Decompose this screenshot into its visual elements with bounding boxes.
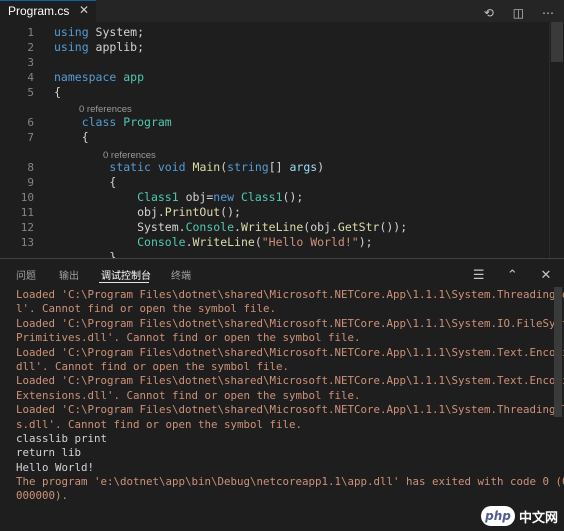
code-line: namespace app [54,70,144,85]
open-changes-icon[interactable]: ⟲ [479,6,499,20]
line-number: 12 [20,221,34,234]
line-number: 3 [27,56,34,69]
code-token: static [109,160,151,174]
line-number: 13 [20,236,34,249]
console-line: l'. Cannot find or open the symbol file. [16,302,277,316]
line-number-gutter: 1 2 3 4 5 6 7 8 9 10 11 12 13 [0,22,44,258]
console-line: Loaded 'C:\Program Files\dotnet\shared\M… [16,403,564,417]
code-lens-references[interactable]: 0 references [79,104,132,115]
php-logo: php [480,506,515,526]
close-icon[interactable]: ✕ [79,3,89,17]
console-line: Extensions.dll'. Cannot find or open the… [16,388,361,402]
line-number: 1 [27,26,34,39]
code-token: app [123,70,145,84]
code-line: System.Console.WriteLine(obj.GetStr()); [54,220,408,234]
code-token: WriteLine [192,235,255,249]
panel-scrollbar-thumb[interactable] [554,287,562,417]
active-tab-indicator [99,282,149,283]
editor-scrollbar[interactable] [549,22,564,258]
code-line: Class1 obj=new Class1(); [137,190,304,204]
panel-tab-bar: 问题 输出 调试控制台 终端 ☰ ⌃ ✕ [0,259,564,287]
code-line: } [54,250,117,258]
line-number: 11 [20,206,34,219]
code-token: WriteLine [240,220,304,234]
line-number: 10 [20,191,34,204]
line-number: 4 [27,71,34,84]
code-line: { [54,130,89,144]
console-line: Primitives.dll'. Cannot find or open the… [16,331,361,345]
console-line: return lib [16,446,82,460]
tab-terminal[interactable]: 终端 [171,267,191,282]
line-number: 5 [27,86,34,99]
editor-scrollbar-thumb[interactable] [551,22,563,62]
code-editor[interactable]: 1 2 3 4 5 6 7 8 9 10 11 12 13 using Syst… [0,22,564,258]
tab-program-cs[interactable]: Program.cs ✕ [0,0,96,22]
console-line: The program 'e:\dotnet\app\bin\Debug\net… [16,475,564,489]
split-editor-icon[interactable]: ◫ [508,6,528,20]
watermark-text: 中文网 [518,510,558,526]
line-number: 2 [27,41,34,54]
console-line: classlib print [16,431,108,445]
code-token: namespace [54,70,117,84]
code-token: using [54,25,89,39]
console-line: Loaded 'C:\Program Files\dotnet\shared\M… [16,374,564,388]
code-line: obj.PrintOut(); [54,205,241,219]
code-token: PrintOut [164,205,221,219]
panel-scrollbar[interactable] [552,287,564,531]
code-token: args [289,160,318,174]
code-token: Console [137,235,186,249]
line-number: 7 [27,131,34,144]
code-token: Main [192,160,221,174]
code-token: void [157,160,186,174]
tab-label: Program.cs [8,4,70,18]
console-line: 000000). [16,489,69,503]
clear-console-icon[interactable]: ☰ [467,268,491,283]
watermark: php 中文网 [480,505,558,527]
code-line: static void Main(string[] args) [109,160,325,174]
console-line: s.dll'. Cannot find or open the symbol f… [16,417,303,431]
code-token: using [54,40,89,54]
code-token: string [227,160,269,174]
more-actions-icon[interactable]: ⋯ [538,6,558,20]
code-token: Console [185,220,235,234]
debug-console-output[interactable]: Loaded 'C:\Program Files\dotnet\shared\M… [16,288,564,504]
panel-actions: ☰ ⌃ ✕ [467,264,558,283]
console-line: Loaded 'C:\Program Files\dotnet\shared\M… [16,316,564,330]
editor-actions: ⟲ ◫ ⋯ [479,2,558,20]
tab-debug-console[interactable]: 调试控制台 [101,267,151,282]
console-line: Hello World! [16,460,95,474]
tab-output[interactable]: 输出 [59,267,79,282]
code-token: new [213,190,235,204]
line-number: 8 [27,161,34,174]
code-line: class Program [54,115,172,130]
code-line: { [54,85,61,99]
code-token: "Hello World!" [261,235,359,249]
code-line: using System; [54,25,145,39]
console-line: dll'. Cannot find or open the symbol fil… [16,359,290,373]
code-token: class [81,115,117,129]
code-token: Class1 [240,190,283,204]
code-line: Console.WriteLine("Hello World!"); [137,235,373,249]
maximize-panel-icon[interactable]: ⌃ [500,268,524,283]
console-line: Loaded 'C:\Program Files\dotnet\shared\M… [16,288,564,301]
bottom-panel: 问题 输出 调试控制台 终端 ☰ ⌃ ✕ Loaded 'C:\Program … [0,258,564,531]
line-number: 6 [27,116,34,129]
code-area[interactable]: using System; using applib; namespace ap… [54,22,552,258]
console-line: Loaded 'C:\Program Files\dotnet\shared\M… [16,345,564,359]
code-token: Program [123,115,172,129]
code-token: GetStr [337,220,380,234]
code-token: Class1 [137,190,179,204]
code-line: { [54,175,117,189]
line-number: 9 [27,176,34,189]
tab-problems[interactable]: 问题 [16,267,36,282]
close-panel-icon[interactable]: ✕ [534,268,558,283]
editor-tab-bar: Program.cs ✕ ⟲ ◫ ⋯ [0,0,564,22]
code-line: using applib; [54,40,145,54]
